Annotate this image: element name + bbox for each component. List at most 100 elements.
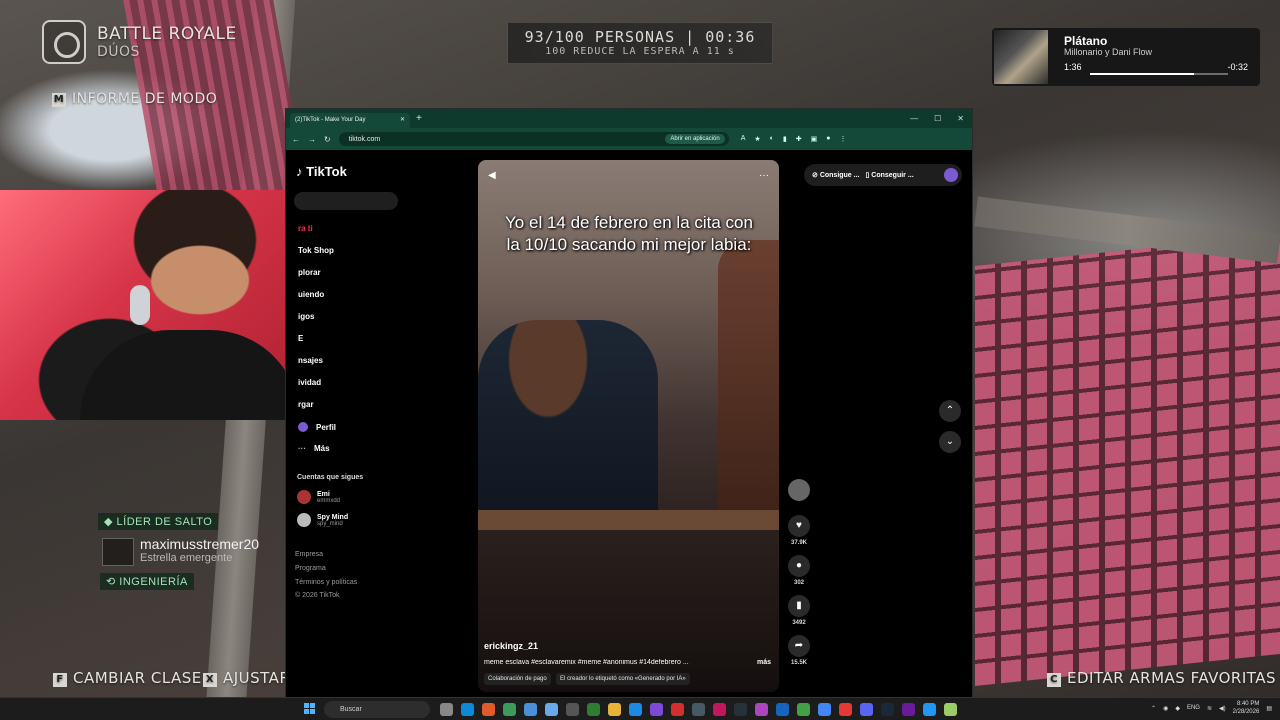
nav-following[interactable]: uiendo <box>298 290 324 299</box>
nav-explore[interactable]: plorar <box>298 268 321 277</box>
clock[interactable]: 8:40 PM 2/28/2026 <box>1233 700 1260 716</box>
sidepanel-icon[interactable]: ▣ <box>811 135 818 143</box>
discord-icon[interactable] <box>860 703 873 716</box>
like-icon[interactable]: ♥ <box>788 515 810 537</box>
edit-weapons-button[interactable]: C EDITAR ARMAS FAVORITAS <box>1047 669 1276 687</box>
following-section-title: Cuentas que sigues <box>297 474 364 481</box>
bookmark-icon[interactable]: ▮ <box>788 595 810 617</box>
app-icon[interactable] <box>566 703 579 716</box>
app-icon[interactable] <box>755 703 768 716</box>
app-icon[interactable] <box>650 703 663 716</box>
app-icon[interactable] <box>713 703 726 716</box>
puzzle-icon[interactable]: ✚ <box>796 135 802 143</box>
app-icon[interactable] <box>587 703 600 716</box>
reload-icon[interactable]: ↻ <box>324 135 331 144</box>
video-menu-icon[interactable]: ··· <box>759 170 769 181</box>
nav-shop[interactable]: Tok Shop <box>298 246 334 255</box>
screen: BATTLE ROYALE DÚOS M INFORME DE MODO 93/1… <box>0 0 1280 720</box>
edge-icon[interactable] <box>461 703 474 716</box>
footer-link-company[interactable]: Empresa <box>295 551 323 558</box>
previous-video-button[interactable]: ⌃ <box>939 400 961 422</box>
tray-icon[interactable]: ◆ <box>1175 705 1180 712</box>
footer-link-terms[interactable]: Términos y políticas <box>295 579 357 586</box>
following-account[interactable]: Spy Mind spy_mind <box>297 513 348 527</box>
user-avatar[interactable] <box>944 168 958 182</box>
app-icon[interactable] <box>734 703 747 716</box>
task-view-icon[interactable] <box>440 703 453 716</box>
nav-messages[interactable]: nsajes <box>298 356 323 365</box>
app-icon[interactable] <box>524 703 537 716</box>
clock-time: 8:40 PM <box>1236 701 1260 707</box>
new-tab-button[interactable]: + <box>416 113 422 124</box>
change-class-button[interactable]: F CAMBIAR CLASE <box>53 669 202 687</box>
app-icon[interactable] <box>545 703 558 716</box>
nav-friends[interactable]: igos <box>298 312 314 321</box>
tab-close-icon[interactable]: ✕ <box>400 113 405 128</box>
following-account[interactable]: Emi emmxdd <box>297 490 340 504</box>
mode-report-button[interactable]: M INFORME DE MODO <box>52 91 217 107</box>
taskbar-search[interactable]: Buscar <box>324 701 430 718</box>
edit-weapons-label: EDITAR ARMAS FAVORITAS <box>1067 669 1277 687</box>
next-video-button[interactable]: ⌄ <box>939 431 961 453</box>
adjust-button[interactable]: X AJUSTAR <box>203 669 290 687</box>
lang-indicator[interactable]: ENG <box>1187 705 1200 711</box>
tiktok-logo[interactable]: ♪ TikTok <box>296 164 347 179</box>
app-icon[interactable] <box>902 703 915 716</box>
app-icon[interactable] <box>776 703 789 716</box>
open-in-app-button[interactable]: Abrir en aplicación <box>665 134 725 144</box>
nav-profile[interactable]: Perfil <box>298 422 336 432</box>
app-icon[interactable] <box>944 703 957 716</box>
start-button[interactable] <box>304 703 316 715</box>
translate-icon[interactable]: A <box>741 135 746 143</box>
address-bar[interactable]: tiktok.com Abrir en aplicación <box>338 132 729 146</box>
chrome-icon[interactable] <box>503 703 516 716</box>
profile-icon[interactable]: ● <box>826 135 830 143</box>
app-icon[interactable] <box>692 703 705 716</box>
extension-icon[interactable]: ◐ <box>770 135 774 143</box>
nav-activity[interactable]: ividad <box>298 378 321 387</box>
extension-icon[interactable]: ▮ <box>783 135 787 143</box>
video-author[interactable]: erickingz_21 <box>484 641 538 651</box>
app-icon[interactable] <box>818 703 831 716</box>
nav-live[interactable]: E <box>298 334 303 343</box>
tab-bar: (2)TikTok - Make Your Day ✕ + — ☐ ✕ <box>286 109 972 128</box>
mute-icon[interactable]: ◀ <box>488 170 496 181</box>
maximize-button[interactable]: ☐ <box>934 114 941 123</box>
get-app-button[interactable]: ▯ Conseguir ... <box>865 171 913 179</box>
nav-upload[interactable]: rgar <box>298 400 314 409</box>
notification-icon[interactable]: ▤ <box>1266 705 1272 712</box>
engineering-badge: ⟲ INGENIERÍA <box>100 573 194 590</box>
webcam-overlay <box>0 190 330 420</box>
tray-icon[interactable]: ◉ <box>1163 705 1168 712</box>
tab-tiktok[interactable]: (2)TikTok - Make Your Day ✕ <box>290 113 410 128</box>
nav-for-you[interactable]: ra ti <box>298 224 313 233</box>
app-icon[interactable] <box>923 703 936 716</box>
file-explorer-icon[interactable] <box>608 703 621 716</box>
close-window-button[interactable]: ✕ <box>957 114 964 123</box>
creator-avatar[interactable] <box>788 479 810 501</box>
comment-icon[interactable]: ● <box>788 555 810 577</box>
minimize-button[interactable]: — <box>910 114 918 123</box>
tray-chevron-icon[interactable]: ⌃ <box>1151 705 1156 712</box>
footer-link-program[interactable]: Programa <box>295 565 326 572</box>
back-icon[interactable]: ← <box>292 135 300 144</box>
app-icon[interactable] <box>797 703 810 716</box>
song-progress-fill <box>1090 73 1194 75</box>
bookmark-star-icon[interactable]: ★ <box>754 135 760 143</box>
wifi-icon[interactable]: ≋ <box>1207 705 1212 712</box>
menu-dots-icon[interactable]: ⋮ <box>839 135 846 143</box>
app-icon[interactable] <box>629 703 642 716</box>
tiktok-search-input[interactable] <box>294 192 398 210</box>
video-player[interactable]: ◀ ··· Yo el 14 de febrero en la cita con… <box>478 160 779 692</box>
share-icon[interactable]: ➦ <box>788 635 810 657</box>
get-coins-button[interactable]: ⊘ Consigue ... <box>812 171 859 179</box>
app-icon[interactable] <box>671 703 684 716</box>
app-icon[interactable] <box>839 703 852 716</box>
video-more-link[interactable]: más <box>757 659 771 666</box>
nav-more[interactable]: ··· Más <box>298 444 330 453</box>
queue-count: 93/100 PERSONAS | 00:36 <box>524 28 756 46</box>
volume-icon[interactable]: ◀) <box>1219 705 1226 712</box>
brave-icon[interactable] <box>482 703 495 716</box>
forward-icon[interactable]: → <box>308 135 316 144</box>
steam-icon[interactable] <box>881 703 894 716</box>
